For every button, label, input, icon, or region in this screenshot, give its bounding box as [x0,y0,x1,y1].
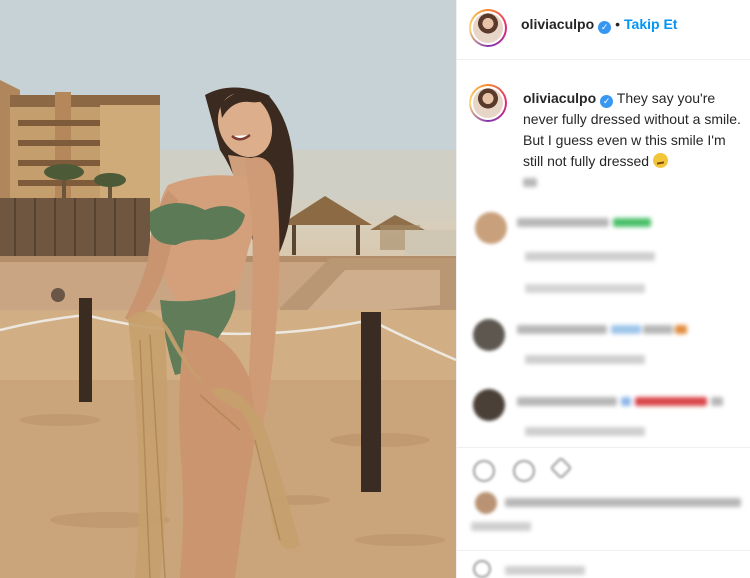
thinking-face-emoji [652,153,668,168]
comment-box-divider [457,550,750,551]
rope-post-left [79,298,92,402]
comment-input-blurred[interactable] [505,566,605,578]
verified-badge-icon: ✓ [600,95,614,108]
likes-summary-blurred [471,498,745,531]
post-side-panel: oliviaculpo ✓ • Takip Et oliviaculpo ✓ They … [456,0,750,578]
post-photo[interactable] [0,0,456,578]
comment-icon[interactable] [513,460,535,482]
rope-post-right [361,312,381,492]
author-avatar[interactable] [469,9,507,47]
share-icon[interactable] [549,456,573,480]
hotel-building [0,80,160,215]
separator-dot: • [615,16,621,32]
heart-icon[interactable] [473,460,495,482]
comment-avatar[interactable] [473,319,505,351]
caption-author-avatar[interactable] [469,84,507,122]
follow-button[interactable]: Takip Et [624,16,677,32]
post-caption: oliviaculpo ✓ They say you're never fully… [523,88,745,172]
beach-scene-illustration [0,0,456,578]
liker-avatar [475,492,497,514]
emoji-picker-icon[interactable] [473,560,491,578]
action-divider [457,447,750,448]
post-header: oliviaculpo ✓ • Takip Et [457,0,750,60]
header-username[interactable]: oliviaculpo [521,16,594,32]
comment-avatar[interactable] [473,389,505,421]
comment-item-blurred [517,218,747,298]
comment-item-blurred [517,325,747,365]
comment-avatar[interactable] [475,212,507,244]
comment-item-blurred [517,397,747,437]
caption-username[interactable]: oliviaculpo [523,90,596,106]
verified-badge-icon: ✓ [598,21,612,34]
